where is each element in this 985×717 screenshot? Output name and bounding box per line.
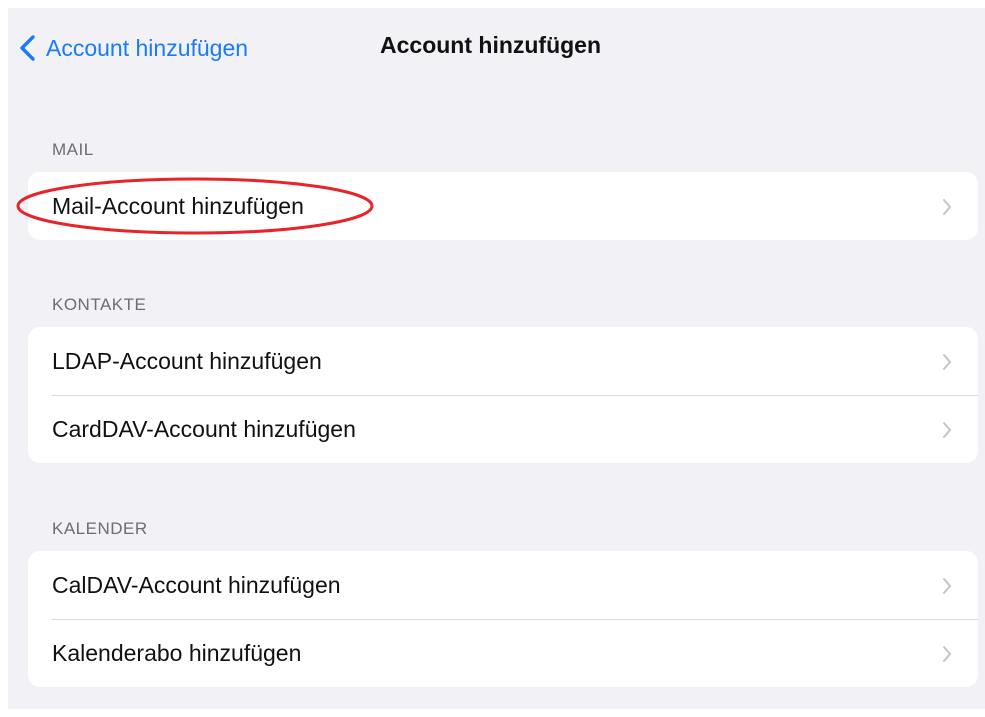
chevron-right-icon	[943, 646, 951, 662]
add-ldap-account-row[interactable]: LDAP-Account hinzufügen	[28, 327, 978, 395]
chevron-right-icon	[943, 354, 951, 370]
section-header-calendar: KALENDER	[52, 519, 148, 538]
section-header-mail: MAIL	[52, 140, 94, 159]
add-calendar-subscription-row[interactable]: Kalenderabo hinzufügen	[28, 619, 978, 687]
navigation-bar: Account hinzufügen Account hinzufügen	[8, 8, 985, 86]
section-header-contacts: KONTAKTE	[52, 295, 147, 314]
back-button[interactable]: Account hinzufügen	[16, 28, 248, 68]
settings-screen: Account hinzufügen Account hinzufügen MA…	[8, 8, 985, 709]
page-title: Account hinzufügen	[380, 32, 602, 58]
row-label: CalDAV-Account hinzufügen	[52, 571, 341, 598]
chevron-left-icon	[20, 35, 35, 61]
add-carddav-account-row[interactable]: CardDAV-Account hinzufügen	[28, 395, 978, 463]
back-button-label: Account hinzufügen	[46, 34, 249, 61]
chevron-right-icon	[943, 422, 951, 438]
chevron-right-icon	[943, 199, 951, 215]
row-label: LDAP-Account hinzufügen	[52, 347, 322, 374]
row-label: CardDAV-Account hinzufügen	[52, 415, 356, 442]
chevron-right-icon	[943, 578, 951, 594]
row-label: Mail-Account hinzufügen	[52, 192, 304, 219]
settings-group-contacts: LDAP-Account hinzufügen CardDAV-Account …	[28, 327, 978, 463]
add-mail-account-row[interactable]: Mail-Account hinzufügen	[28, 172, 978, 240]
row-label: Kalenderabo hinzufügen	[52, 639, 302, 666]
settings-group-calendar: CalDAV-Account hinzufügen Kalenderabo hi…	[28, 551, 978, 687]
settings-group-mail: Mail-Account hinzufügen	[28, 172, 978, 240]
add-caldav-account-row[interactable]: CalDAV-Account hinzufügen	[28, 551, 978, 619]
